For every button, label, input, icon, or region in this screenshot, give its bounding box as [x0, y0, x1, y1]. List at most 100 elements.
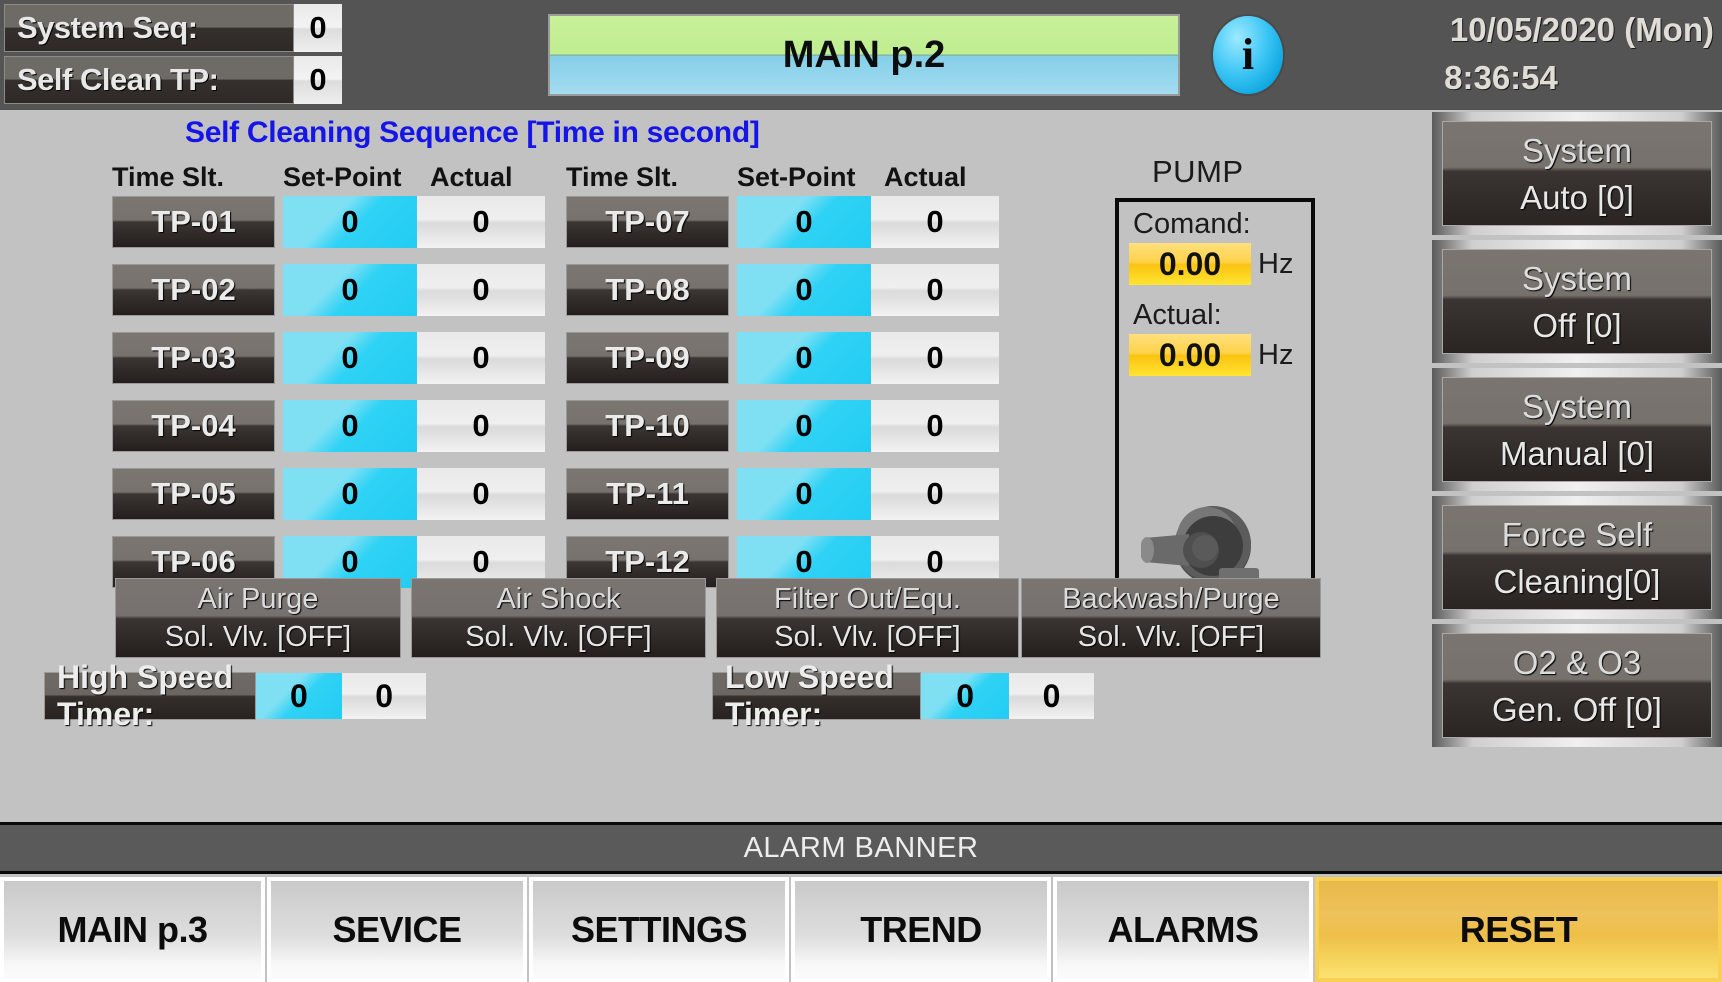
tp-button-02[interactable]: TP-02 — [112, 264, 275, 316]
table-row: TP-11 0 0 — [566, 468, 999, 520]
clock-date: 10/05/2020 (Mon) — [1314, 6, 1714, 54]
sol-valve-filter-out-equ-status: Sol. Vlv. [OFF] — [774, 618, 960, 656]
tp-setpoint-07[interactable]: 0 — [737, 196, 871, 248]
alarm-banner[interactable]: ALARM BANNER — [0, 822, 1722, 874]
system-manual-line2: Manual [0] — [1500, 430, 1654, 477]
col-header-time-slt-left: Time Slt. — [112, 162, 224, 193]
tp-actual-09: 0 — [871, 332, 999, 384]
tp-button-04[interactable]: TP-04 — [112, 400, 275, 452]
o2-o3-gen-button[interactable]: O2 & O3 Gen. Off [0] — [1432, 624, 1722, 747]
column-headers: Time Slt. Set-Point Actual Time Slt. Set… — [0, 162, 1010, 194]
col-header-setpoint-right: Set-Point — [737, 162, 856, 193]
tp-setpoint-09[interactable]: 0 — [737, 332, 871, 384]
right-control-panel: System Auto [0] System Off [0] System Ma… — [1432, 110, 1722, 822]
table-row: TP-03 0 0 — [112, 332, 545, 384]
page-title-banner: MAIN p.2 — [548, 14, 1180, 96]
nav-button-settings[interactable]: SETTINGS — [529, 877, 789, 982]
sol-valve-backwash-purge-label: Backwash/Purge — [1062, 580, 1280, 618]
low-speed-timer: Low Speed Timer: 0 0 — [712, 672, 1094, 720]
system-auto-button[interactable]: System Auto [0] — [1432, 112, 1722, 235]
sol-valve-air-shock[interactable]: Air Shock Sol. Vlv. [OFF] — [411, 578, 706, 658]
info-icon-glyph: i — [1242, 33, 1254, 77]
tp-button-07[interactable]: TP-07 — [566, 196, 729, 248]
sol-valve-filter-out-equ[interactable]: Filter Out/Equ. Sol. Vlv. [OFF] — [716, 578, 1019, 658]
pump-actual-value: 0.00 — [1129, 334, 1251, 376]
nav-button-reset-label: RESET — [1460, 909, 1578, 951]
high-speed-timer-actual: 0 — [342, 673, 426, 719]
nav-button-sevice-label: SEVICE — [332, 909, 461, 951]
tp-button-11[interactable]: TP-11 — [566, 468, 729, 520]
nav-button-main-p3[interactable]: MAIN p.3 — [0, 877, 265, 982]
high-speed-timer-label: High Speed Timer: — [44, 672, 256, 720]
pump-command-unit: Hz — [1258, 248, 1293, 281]
force-self-cleaning-line2: Cleaning[0] — [1494, 558, 1661, 605]
tp-setpoint-03[interactable]: 0 — [283, 332, 417, 384]
low-speed-timer-setpoint[interactable]: 0 — [921, 673, 1008, 719]
clock-display: 10/05/2020 (Mon) 8:36:54 — [1314, 6, 1714, 104]
info-icon[interactable]: i — [1213, 16, 1283, 94]
system-auto-line2: Auto [0] — [1520, 174, 1634, 221]
tp-setpoint-04[interactable]: 0 — [283, 400, 417, 452]
tp-actual-02: 0 — [417, 264, 545, 316]
sol-valve-air-shock-label: Air Shock — [496, 580, 620, 618]
col-header-time-slt-right: Time Slt. — [566, 162, 678, 193]
alarm-banner-text: ALARM BANNER — [744, 832, 979, 865]
o2-o3-gen-line1: O2 & O3 — [1513, 639, 1641, 686]
col-header-actual-left: Actual — [430, 162, 513, 193]
tp-button-01[interactable]: TP-01 — [112, 196, 275, 248]
nav-button-reset[interactable]: RESET — [1315, 877, 1722, 982]
system-seq-label: System Seq: — [4, 4, 294, 52]
high-speed-timer: High Speed Timer: 0 0 — [44, 672, 426, 720]
table-row: TP-04 0 0 — [112, 400, 545, 452]
bottom-nav-bar: MAIN p.3 SEVICE SETTINGS TREND ALARMS RE… — [0, 877, 1722, 982]
sol-valve-air-purge[interactable]: Air Purge Sol. Vlv. [OFF] — [115, 578, 401, 658]
sol-valve-air-purge-label: Air Purge — [198, 580, 319, 618]
tp-setpoint-11[interactable]: 0 — [737, 468, 871, 520]
self-clean-tp-row: Self Clean TP: 0 — [4, 56, 344, 104]
tp-actual-01: 0 — [417, 196, 545, 248]
system-seq-row: System Seq: 0 — [4, 4, 344, 52]
pump-actual-unit: Hz — [1258, 339, 1293, 372]
section-title: Self Cleaning Sequence [Time in second] — [185, 116, 760, 150]
system-off-line2: Off [0] — [1532, 302, 1621, 349]
table-row: TP-09 0 0 — [566, 332, 999, 384]
header-status-group: System Seq: 0 Self Clean TP: 0 — [4, 4, 344, 106]
tp-button-05[interactable]: TP-05 — [112, 468, 275, 520]
force-self-cleaning-button[interactable]: Force Self Cleaning[0] — [1432, 496, 1722, 619]
nav-button-trend[interactable]: TREND — [791, 877, 1051, 982]
sol-valve-air-shock-status: Sol. Vlv. [OFF] — [465, 618, 651, 656]
pump-panel: Comand: 0.00 Hz Actual: 0.00 Hz — [1115, 198, 1315, 608]
tp-button-10[interactable]: TP-10 — [566, 400, 729, 452]
nav-button-settings-label: SETTINGS — [571, 909, 747, 951]
nav-button-alarms-label: ALARMS — [1108, 909, 1259, 951]
table-row: TP-08 0 0 — [566, 264, 999, 316]
low-speed-timer-actual: 0 — [1009, 673, 1094, 719]
tp-setpoint-08[interactable]: 0 — [737, 264, 871, 316]
system-off-button[interactable]: System Off [0] — [1432, 240, 1722, 363]
nav-button-trend-label: TREND — [860, 909, 982, 951]
system-manual-button[interactable]: System Manual [0] — [1432, 368, 1722, 491]
table-row: TP-07 0 0 — [566, 196, 999, 248]
tp-button-09[interactable]: TP-09 — [566, 332, 729, 384]
pump-command-label: Comand: — [1119, 202, 1311, 241]
o2-o3-gen-line2: Gen. Off [0] — [1492, 686, 1662, 733]
clock-time: 8:36:54 — [1314, 54, 1714, 102]
table-row: TP-01 0 0 — [112, 196, 545, 248]
nav-button-alarms[interactable]: ALARMS — [1053, 877, 1313, 982]
nav-button-main-p3-label: MAIN p.3 — [57, 909, 207, 951]
system-manual-line1: System — [1522, 383, 1632, 430]
sol-valve-backwash-purge[interactable]: Backwash/Purge Sol. Vlv. [OFF] — [1021, 578, 1321, 658]
high-speed-timer-setpoint[interactable]: 0 — [256, 673, 342, 719]
tp-setpoint-01[interactable]: 0 — [283, 196, 417, 248]
nav-button-sevice[interactable]: SEVICE — [267, 877, 527, 982]
pump-panel-title: PUMP — [1152, 154, 1244, 190]
tp-button-08[interactable]: TP-08 — [566, 264, 729, 316]
sol-valve-air-purge-status: Sol. Vlv. [OFF] — [165, 618, 351, 656]
tp-setpoint-10[interactable]: 0 — [737, 400, 871, 452]
table-row: TP-05 0 0 — [112, 468, 545, 520]
tp-setpoint-05[interactable]: 0 — [283, 468, 417, 520]
tp-button-03[interactable]: TP-03 — [112, 332, 275, 384]
tp-setpoint-02[interactable]: 0 — [283, 264, 417, 316]
pump-command-value[interactable]: 0.00 — [1129, 243, 1251, 285]
low-speed-timer-label: Low Speed Timer: — [712, 672, 921, 720]
